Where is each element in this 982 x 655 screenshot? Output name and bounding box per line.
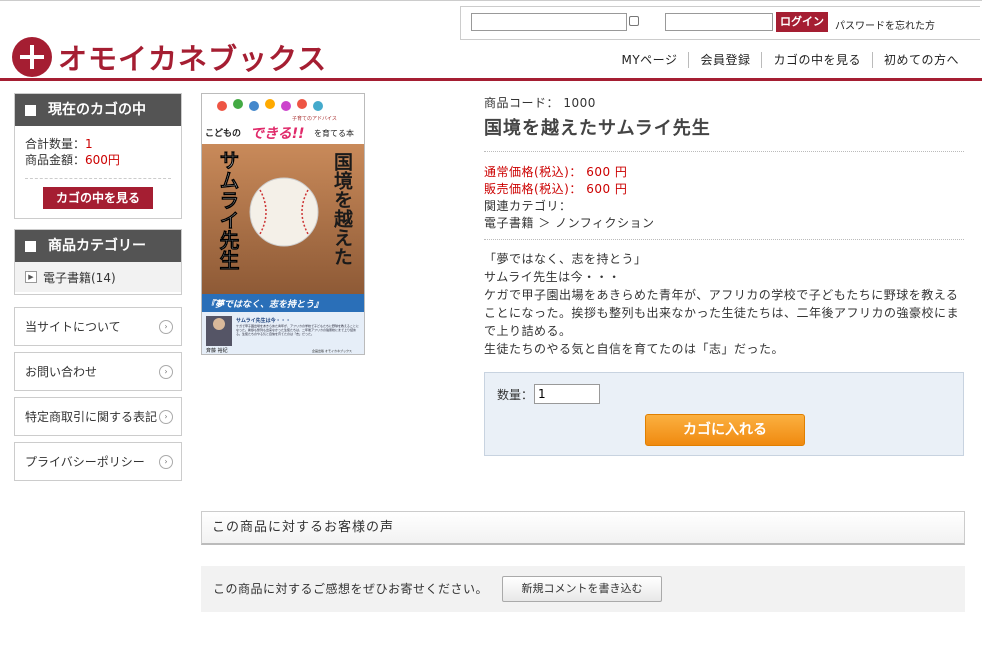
description-line: ケガで甲子園出場をあきらめた青年が、アフリカの学校で子どもたちに野球を教えること… (484, 288, 960, 338)
sale-price-value: 600 円 (586, 182, 628, 196)
write-comment-button[interactable]: 新規コメントを書き込む (502, 576, 662, 602)
regular-price-value: 600 円 (586, 165, 628, 179)
nav-mypage[interactable]: MYページ (611, 52, 689, 68)
sidebar-link-label: 当サイトについて (25, 320, 121, 334)
product-description: 「夢ではなく、志を持とう」 サムライ先生は今・・・ ケガで甲子園出場をあきらめた… (484, 250, 962, 358)
chevron-circle-icon: › (159, 364, 173, 379)
total-qty-value: 1 (85, 137, 93, 151)
forgot-password-link[interactable]: パスワードを忘れた方 (835, 17, 935, 32)
login-id-input[interactable] (471, 13, 627, 31)
chevron-circle-icon: › (159, 319, 173, 334)
total-amount-label: 商品金額： (25, 153, 86, 167)
cover-title-right: 国境を越えた (331, 152, 354, 266)
login-password-input[interactable] (665, 13, 773, 31)
nav-first-time[interactable]: 初めての方へ (871, 52, 970, 68)
cover-tagline-mid: できる!! (250, 126, 305, 142)
view-cart-button[interactable]: カゴの中を見る (43, 187, 153, 209)
quantity-label: 数量： (497, 388, 534, 402)
product-code-value: 1000 (563, 96, 596, 110)
total-qty-label: 合計数量： (25, 137, 86, 151)
category-box: 商品カテゴリー ▶ 電子書籍(14) (14, 229, 182, 295)
cover-publisher: 企画出版 オモイカネブックス (312, 348, 352, 353)
square-bullet-icon (25, 104, 36, 116)
description-line: サムライ先生は今・・・ (484, 270, 621, 284)
cart-summary-title: 現在のカゴの中 (48, 102, 146, 118)
total-amount-value: 600円 (85, 153, 120, 167)
header-divider (0, 78, 982, 81)
arrow-right-icon: ▶ (25, 271, 37, 283)
category-heading: 商品カテゴリー (15, 230, 181, 262)
cover-title-left: サムライ先生 (216, 150, 240, 270)
dotted-divider (484, 239, 964, 240)
chevron-circle-icon: › (159, 409, 173, 424)
login-button[interactable]: ログイン (776, 12, 828, 32)
cart-divider (25, 178, 171, 179)
related-category-link[interactable]: 電子書籍 ＞ ノンフィクション (484, 214, 655, 231)
logo-text: オモイカネブックス (58, 42, 328, 76)
product-cover-image[interactable]: 子育てのアドバイス こどもの できる!! を育てる本 サムライ先生 国境を越えた… (201, 93, 365, 355)
cover-band-text: 『夢ではなく、志を持とう』 (206, 299, 323, 310)
cart-summary-heading: 現在のカゴの中 (15, 94, 181, 126)
sidebar-link-privacy[interactable]: プライバシーポリシー › (14, 442, 182, 481)
cover-tagline-post: を育てる本 (314, 128, 354, 138)
sidebar-link-contact[interactable]: お問い合わせ › (14, 352, 182, 391)
sale-price-label: 販売価格(税込)： (484, 182, 582, 196)
cover-small-text: 子育てのアドバイス (292, 115, 337, 122)
chevron-circle-icon: › (159, 454, 173, 469)
description-line: 「夢ではなく、志を持とう」 (484, 252, 647, 266)
add-to-cart-button[interactable]: カゴに入れる (645, 414, 805, 446)
category-title: 商品カテゴリー (48, 238, 146, 254)
description-line: 生徒たちのやる気と自信を育てたのは「志」だった。 (484, 342, 785, 356)
cart-total-amount: 商品金額：600円 (25, 152, 171, 168)
add-to-cart-panel: 数量： カゴに入れる (484, 372, 964, 456)
product-code-label: 商品コード： (484, 96, 560, 110)
sidebar-link-label: 特定商取引に関する表記 (25, 410, 158, 424)
cover-art: 子育てのアドバイス こどもの できる!! を育てる本 サムライ先生 国境を越えた… (202, 94, 364, 354)
site-logo[interactable]: オモイカネブックス (12, 36, 327, 78)
related-category-label: 関連カテゴリ： (484, 199, 572, 213)
logo-mark-icon (12, 37, 52, 77)
nav-register[interactable]: 会員登録 (688, 52, 761, 68)
regular-price-label: 通常価格(税込)： (484, 165, 582, 179)
category-item-ebooks[interactable]: ▶ 電子書籍(14) (15, 262, 181, 292)
login-bar: ログイン パスワードを忘れた方 (460, 6, 980, 40)
cover-author: 斉藤 裕紀 (206, 347, 228, 354)
product-code: 商品コード： 1000 (484, 94, 596, 111)
reviews-prompt: この商品に対するご感想をぜひお寄せください。 (213, 582, 489, 596)
global-nav: MYページ 会員登録 カゴの中を見る 初めての方へ (611, 52, 971, 68)
cart-summary-box: 現在のカゴの中 合計数量：1 商品金額：600円 カゴの中を見る (14, 93, 182, 219)
sidebar-link-label: プライバシーポリシー (25, 455, 145, 469)
category-label: 電子書籍(14) (43, 270, 116, 285)
sale-price: 販売価格(税込)： 600 円 (484, 180, 627, 197)
dotted-divider (484, 151, 964, 152)
square-bullet-icon (25, 240, 36, 252)
reviews-heading: この商品に対するお客様の声 (201, 511, 965, 545)
sidebar-link-about[interactable]: 当サイトについて › (14, 307, 182, 346)
remember-checkbox[interactable] (629, 16, 639, 26)
sidebar-link-legal[interactable]: 特定商取引に関する表記 › (14, 397, 182, 436)
top-border (0, 0, 982, 1)
cover-tagline-pre: こどもの (205, 127, 241, 139)
regular-price: 通常価格(税込)： 600 円 (484, 163, 627, 180)
cover-sub-body: ケガで甲子園出場をあきらめた青年が、アフリカの学校で子どもたちに野球を教えること… (236, 324, 359, 336)
sidebar-link-label: お問い合わせ (25, 365, 98, 379)
cover-sub-heading: サムライ先生は今・・・ (236, 317, 291, 324)
nav-view-cart[interactable]: カゴの中を見る (761, 52, 872, 68)
cart-total-qty: 合計数量：1 (25, 136, 171, 152)
quantity-input[interactable] (534, 384, 600, 404)
reviews-panel: この商品に対するご感想をぜひお寄せください。 新規コメントを書き込む (201, 566, 965, 612)
product-title: 国境を越えたサムライ先生 (484, 118, 711, 139)
